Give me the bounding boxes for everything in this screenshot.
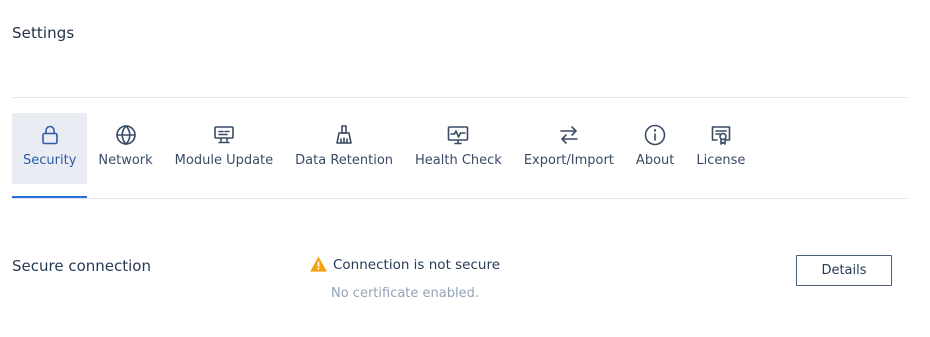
tab-health-check[interactable]: Health Check: [404, 113, 513, 184]
tab-license[interactable]: License: [685, 113, 756, 184]
tab-export-import-label: Export/Import: [523, 153, 614, 168]
tab-data-retention[interactable]: Data Retention: [284, 113, 404, 184]
connection-status: Connection is not secure: [310, 256, 500, 273]
tab-about-label: About: [635, 153, 675, 168]
tab-module-update[interactable]: Module Update: [164, 113, 284, 184]
tab-security[interactable]: Security: [12, 113, 88, 198]
broom-icon: [332, 123, 356, 147]
certificate-icon: [709, 123, 733, 147]
tab-export-import[interactable]: Export/Import: [513, 113, 625, 184]
tab-network-label: Network: [98, 153, 153, 168]
globe-icon: [114, 123, 138, 147]
tab-data-retention-label: Data Retention: [295, 153, 394, 168]
settings-tabs: Security Network Module Update Data Rete…: [12, 113, 756, 199]
tab-health-check-label: Health Check: [415, 153, 502, 168]
warning-icon: [310, 256, 327, 273]
info-icon: [643, 123, 667, 147]
tab-network[interactable]: Network: [87, 113, 163, 184]
monitor-pulse-icon: [446, 123, 470, 147]
module-update-icon: [212, 123, 236, 147]
tab-license-label: License: [696, 153, 746, 168]
lock-icon: [38, 123, 62, 147]
tabs-bottom-divider: [12, 198, 907, 199]
tabs-top-divider: [12, 97, 907, 98]
tab-security-label: Security: [23, 153, 77, 168]
status-title: Connection is not secure: [333, 256, 501, 273]
status-subtitle: No certificate enabled.: [331, 286, 479, 301]
arrows-swap-icon: [557, 123, 581, 147]
details-button[interactable]: Details: [796, 255, 892, 286]
page-title: Settings: [12, 24, 75, 42]
tab-module-update-label: Module Update: [174, 153, 274, 168]
tab-about[interactable]: About: [625, 113, 685, 184]
secure-connection-label: Secure connection: [12, 257, 151, 275]
